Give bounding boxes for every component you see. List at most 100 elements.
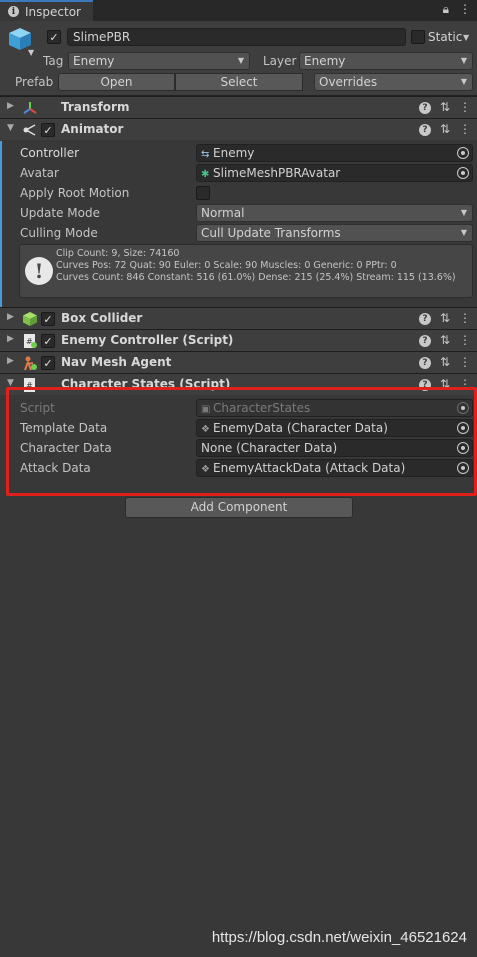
help-icon[interactable]: ? <box>418 379 431 391</box>
component-icons: ? ⇅ ⋮ <box>418 355 471 369</box>
info-line: Curves Pos: 72 Quat: 90 Euler: 0 Scale: … <box>56 260 397 271</box>
icon-dropdown-caret[interactable]: ▼ <box>28 48 34 57</box>
presets-icon[interactable]: ⇅ <box>440 100 450 114</box>
tab-title: Inspector <box>25 4 81 19</box>
update-mode-value: Normal <box>201 206 245 220</box>
info-line: Curves Count: 846 Constant: 516 (61.0%) … <box>56 272 456 283</box>
collapse-arrow-icon[interactable]: ▶ <box>7 101 14 111</box>
script-icon: # <box>24 334 37 348</box>
kebab-menu-icon[interactable]: ⋮ <box>459 355 471 369</box>
culling-mode-label: Culling Mode <box>20 226 98 240</box>
help-icon[interactable]: ? <box>418 124 431 136</box>
avatar-icon: ✱ <box>201 169 210 180</box>
active-checkbox[interactable]: ✓ <box>47 30 61 44</box>
object-name-field[interactable]: SlimePBR <box>67 28 406 46</box>
presets-icon[interactable]: ⇅ <box>440 333 450 347</box>
object-picker-icon[interactable] <box>457 462 469 474</box>
tag-label: Tag <box>43 54 64 68</box>
inspector-tab[interactable]: i Inspector <box>0 0 93 21</box>
chevron-down-icon: ▼ <box>237 56 244 65</box>
object-picker-icon <box>457 402 469 414</box>
enemy-controller-enabled-checkbox[interactable]: ✓ <box>41 334 55 348</box>
culling-mode-dropdown[interactable]: Cull Update Transforms ▼ <box>196 224 473 242</box>
character-states-header[interactable]: ▼ # Character States (Script) ? ⇅ ⋮ <box>0 373 477 395</box>
static-caret-icon[interactable]: ▼ <box>463 33 469 42</box>
kebab-menu-icon[interactable]: ⋮ <box>459 311 471 325</box>
attack-data-field[interactable]: ❖ EnemyAttackData (Attack Data) <box>196 459 473 477</box>
presets-icon[interactable]: ⇅ <box>440 355 450 369</box>
scriptable-object-icon: ❖ <box>201 464 210 475</box>
watermark-text: https://blog.csdn.net/weixin_46521624 <box>211 929 467 946</box>
template-data-label: Template Data <box>20 421 108 435</box>
tag-dropdown[interactable]: Enemy ▼ <box>68 52 250 70</box>
script-value: CharacterStates <box>213 401 311 415</box>
object-picker-icon[interactable] <box>457 442 469 454</box>
tab-bar: i Inspector 🔒︎ ⋮ <box>0 0 477 21</box>
static-checkbox[interactable] <box>411 30 425 44</box>
component-title: Box Collider <box>61 311 143 325</box>
help-icon[interactable]: ? <box>418 335 431 347</box>
add-component-button[interactable]: Add Component <box>125 497 353 518</box>
prefab-label: Prefab <box>15 75 54 89</box>
info-line: Clip Count: 9, Size: 74160 <box>56 248 180 259</box>
presets-icon[interactable]: ⇅ <box>440 311 450 325</box>
kebab-menu-icon[interactable]: ⋮ <box>459 377 471 391</box>
box-collider-enabled-checkbox[interactable]: ✓ <box>41 312 55 326</box>
enemy-controller-header[interactable]: ▶ # ✓ Enemy Controller (Script) ? ⇅ ⋮ <box>0 329 477 351</box>
transform-header[interactable]: ▶ Transform ? ⇅ ⋮ <box>0 96 477 118</box>
presets-icon[interactable]: ⇅ <box>440 377 450 391</box>
static-label[interactable]: Static <box>428 30 462 44</box>
component-title: Enemy Controller (Script) <box>61 333 234 347</box>
chevron-down-icon: ▼ <box>460 228 467 237</box>
controller-field[interactable]: ⇆ Enemy <box>196 144 473 162</box>
expand-arrow-icon[interactable]: ▼ <box>7 123 14 133</box>
kebab-menu-icon[interactable]: ⋮ <box>459 2 471 17</box>
chevron-down-icon: ▼ <box>460 77 467 86</box>
object-picker-icon[interactable] <box>457 167 469 179</box>
prefab-overrides-dropdown[interactable]: Overrides ▼ <box>314 73 473 91</box>
character-data-label: Character Data <box>20 441 112 455</box>
help-icon[interactable]: ? <box>418 313 431 325</box>
selection-bar <box>0 141 2 308</box>
collapse-arrow-icon[interactable]: ▶ <box>7 356 14 366</box>
template-data-field[interactable]: ❖ EnemyData (Character Data) <box>196 419 473 437</box>
expand-arrow-icon[interactable]: ▼ <box>7 378 14 388</box>
tab-icons: 🔒︎ ⋮ <box>443 2 471 17</box>
collapse-arrow-icon[interactable]: ▶ <box>7 334 14 344</box>
object-picker-icon[interactable] <box>457 147 469 159</box>
character-data-field[interactable]: None (Character Data) <box>196 439 473 457</box>
object-picker-icon[interactable] <box>457 422 469 434</box>
layer-dropdown[interactable]: Enemy ▼ <box>299 52 473 70</box>
kebab-menu-icon[interactable]: ⋮ <box>459 122 471 136</box>
chevron-down-icon: ▼ <box>460 56 467 65</box>
apply-root-motion-label: Apply Root Motion <box>20 186 130 200</box>
help-icon[interactable]: ? <box>418 102 431 114</box>
help-icon[interactable]: ? <box>418 357 431 369</box>
collapse-arrow-icon[interactable]: ▶ <box>7 312 14 322</box>
kebab-menu-icon[interactable]: ⋮ <box>459 100 471 114</box>
animator-controller-icon: ⇆ <box>201 149 210 160</box>
update-mode-label: Update Mode <box>20 206 100 220</box>
prefab-open-button[interactable]: Open <box>58 73 175 91</box>
transform-icon <box>23 102 37 114</box>
prefab-select-button[interactable]: Select <box>175 73 303 91</box>
kebab-menu-icon[interactable]: ⋮ <box>459 333 471 347</box>
avatar-field[interactable]: ✱ SlimeMeshPBRAvatar <box>196 164 473 182</box>
nav-mesh-agent-header[interactable]: ▶ ✓ Nav Mesh Agent ? ⇅ ⋮ <box>0 351 477 373</box>
nav-mesh-agent-enabled-checkbox[interactable]: ✓ <box>41 356 55 370</box>
animator-header[interactable]: ▼ ✓ Animator ? ⇅ ⋮ <box>0 118 477 140</box>
scriptable-object-icon: ❖ <box>201 424 210 435</box>
component-icons: ? ⇅ ⋮ <box>418 377 471 391</box>
presets-icon[interactable]: ⇅ <box>440 122 450 136</box>
apply-root-motion-checkbox[interactable] <box>196 186 210 200</box>
chevron-down-icon: ▼ <box>460 208 467 217</box>
component-icons: ? ⇅ ⋮ <box>418 333 471 347</box>
box-collider-header[interactable]: ▶ ✓ Box Collider ? ⇅ ⋮ <box>0 307 477 329</box>
animator-enabled-checkbox[interactable]: ✓ <box>41 123 55 137</box>
template-data-value: EnemyData (Character Data) <box>213 421 388 435</box>
update-mode-dropdown[interactable]: Normal ▼ <box>196 204 473 222</box>
culling-mode-value: Cull Update Transforms <box>201 226 341 240</box>
lock-icon[interactable]: 🔒︎ <box>443 2 449 17</box>
character-data-value: None (Character Data) <box>201 441 338 455</box>
info-icon: ! <box>25 257 53 285</box>
